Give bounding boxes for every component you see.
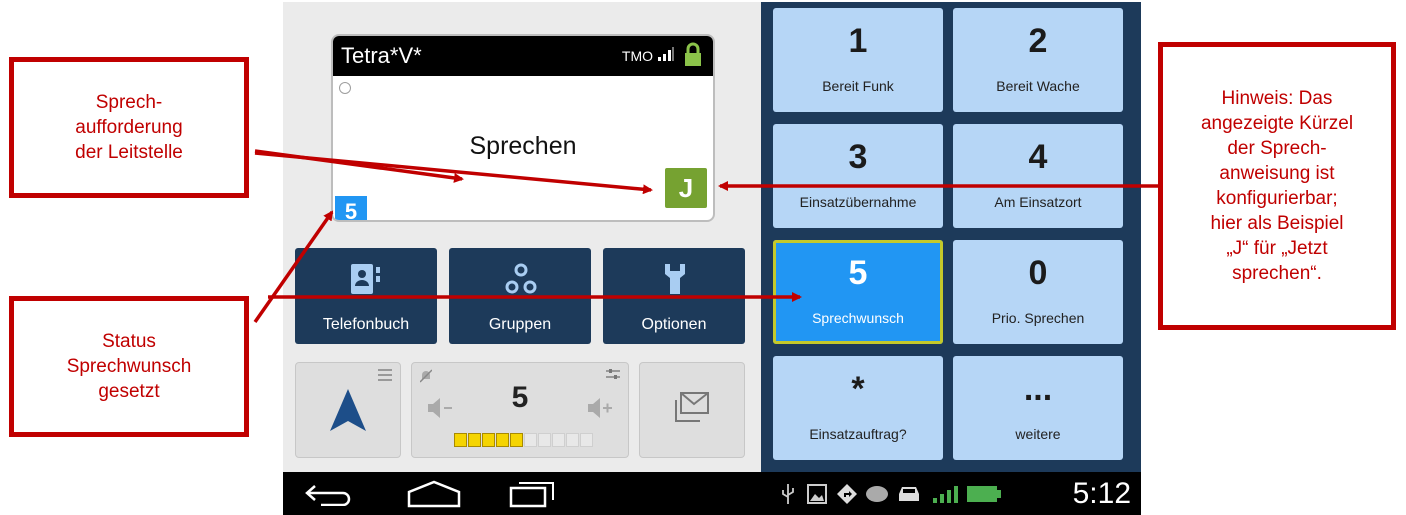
key-number: 2 <box>1028 22 1048 60</box>
status-key-3[interactable]: 3 Einsatzübernahme <box>773 124 943 228</box>
status-key-star[interactable]: * Einsatzauftrag? <box>773 356 943 460</box>
key-label: Bereit Wache <box>996 78 1080 94</box>
network-label: TMO <box>621 48 653 64</box>
key-number: 3 <box>848 138 868 176</box>
message-icon <box>675 392 709 422</box>
callout-line: konfigurierbar; <box>1216 188 1338 209</box>
volume-segment <box>482 433 495 447</box>
key-label: Einsatzauftrag? <box>809 426 907 442</box>
key-number: ... <box>1023 370 1053 408</box>
volume-up-icon[interactable] <box>588 397 614 419</box>
wrench-icon <box>665 264 685 294</box>
options-button[interactable]: Optionen <box>603 248 745 344</box>
equalizer-icon <box>606 369 620 379</box>
callout-line: Status <box>102 331 156 352</box>
callout-line: der Sprech- <box>1227 138 1327 159</box>
callout-line: hier als Beispiel <box>1210 213 1344 234</box>
key-number: 4 <box>1028 138 1048 176</box>
tetra-device-screen: Tetra*V* TMO Sprechen 5 J Telefonbuch Gr… <box>283 2 1141 515</box>
status-keypad: 1 Bereit Funk 2 Bereit Wache 3 Einsatzüb… <box>761 2 1141 472</box>
callout-line: der Leitstelle <box>75 142 183 163</box>
status-key-0[interactable]: 0 Prio. Sprechen <box>953 240 1123 344</box>
callout-dispatch-request: Sprech- aufforderung der Leitstelle <box>9 57 249 198</box>
callout-line: Sprechwunsch <box>66 356 192 377</box>
key-number: 1 <box>848 22 868 60</box>
clock-time: 5:12 <box>1072 477 1131 510</box>
status-key-4[interactable]: 4 Am Einsatzort <box>953 124 1123 228</box>
key-label: weitere <box>1015 426 1061 442</box>
usb-icon <box>782 484 794 504</box>
key-number: * <box>851 370 865 408</box>
battery-icon <box>967 486 1001 502</box>
groups-button[interactable]: Gruppen <box>449 248 591 344</box>
volume-segment <box>468 433 481 447</box>
status-key-5[interactable]: 5 Sprechwunsch <box>773 240 943 344</box>
mobile-signal-icon <box>933 486 958 503</box>
status-key-more[interactable]: ... weitere <box>953 356 1123 460</box>
phonebook-button[interactable]: Telefonbuch <box>295 248 437 344</box>
speak-request-badge: J <box>665 168 707 208</box>
key-label: Sprechwunsch <box>812 310 904 326</box>
navigation-tile[interactable] <box>295 362 401 458</box>
phonebook-label: Telefonbuch <box>322 316 410 333</box>
key-number: 5 <box>848 254 868 292</box>
recent-apps-icon[interactable] <box>509 480 555 508</box>
gamepad-icon <box>866 486 888 502</box>
callout-line: Hinweis: Das <box>1221 88 1333 109</box>
callout-line: Sprech- <box>95 92 163 113</box>
volume-segment <box>496 433 509 447</box>
volume-level-bar <box>454 433 594 447</box>
key-label: Am Einsatzort <box>994 194 1082 210</box>
callout-line: gesetzt <box>98 381 160 402</box>
callout-line: „J“ für „Jetzt <box>1226 238 1328 259</box>
left-panel: Tetra*V* TMO Sprechen 5 J Telefonbuch Gr… <box>283 2 761 472</box>
volume-segment <box>538 433 551 447</box>
car-icon <box>899 487 919 501</box>
navigation-status-icon <box>837 484 857 504</box>
volume-segment <box>566 433 579 447</box>
status-key-2[interactable]: 2 Bereit Wache <box>953 8 1123 112</box>
navigation-arrow-icon <box>330 389 366 431</box>
callout-line: sprechen“. <box>1232 263 1322 284</box>
status-badge: 5 <box>335 196 367 220</box>
radio-display: Tetra*V* TMO Sprechen 5 J <box>331 34 715 222</box>
options-label: Optionen <box>641 316 707 333</box>
status-key-1[interactable]: 1 Bereit Funk <box>773 8 943 112</box>
key-label: Prio. Sprechen <box>991 310 1085 326</box>
callout-line: angezeigte Kürzel <box>1200 113 1354 134</box>
callout-line: anweisung ist <box>1219 163 1335 184</box>
volume-segment <box>524 433 537 447</box>
home-icon[interactable] <box>405 480 463 508</box>
android-system-bar: 5:12 <box>283 472 1141 515</box>
callout-line: aufforderung <box>75 117 183 138</box>
image-icon <box>807 484 827 504</box>
phonebook-icon <box>351 264 380 294</box>
callout-status-set: Status Sprechwunsch gesetzt <box>9 296 249 437</box>
groups-icon <box>505 263 537 294</box>
volume-segment <box>580 433 593 447</box>
volume-segment <box>552 433 565 447</box>
key-label: Einsatzübernahme <box>799 194 917 210</box>
callout-abbreviation-hint: Hinweis: Das angezeigte Kürzel der Sprec… <box>1158 42 1396 330</box>
key-number: 0 <box>1028 254 1048 292</box>
lock-icon <box>685 42 701 66</box>
groups-label: Gruppen <box>488 316 552 333</box>
menu-icon <box>378 369 392 381</box>
key-label: Bereit Funk <box>822 78 894 94</box>
clock-icon <box>339 82 351 94</box>
back-icon[interactable] <box>305 482 353 506</box>
signal-icon <box>658 47 674 61</box>
volume-tile[interactable]: 5 <box>411 362 629 458</box>
volume-segment <box>454 433 467 447</box>
radio-title: Tetra*V* <box>341 43 422 68</box>
volume-segment <box>510 433 523 447</box>
messages-tile[interactable] <box>639 362 745 458</box>
display-header: Tetra*V* TMO <box>333 36 713 76</box>
display-message: Sprechen <box>469 132 577 160</box>
